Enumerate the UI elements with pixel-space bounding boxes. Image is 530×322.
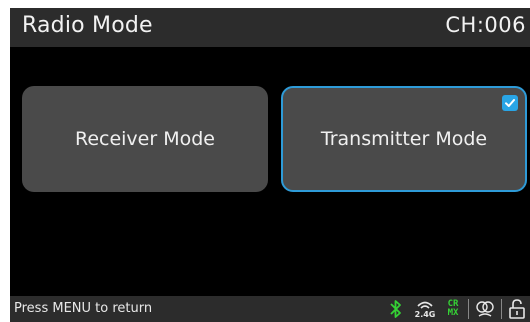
header-bar: Radio Mode CH:006: [10, 8, 530, 47]
status-icons: 2.4G CR MX: [386, 296, 530, 322]
device-screen: Radio Mode CH:006 Receiver Mode Transmit…: [10, 8, 530, 322]
divider: [501, 299, 502, 319]
crmx-icon: CR MX: [442, 296, 464, 322]
status-bar: Press MENU to return 2.4G CR MX: [10, 296, 530, 322]
bluetooth-icon: [386, 296, 406, 322]
transmitter-mode-button[interactable]: Transmitter Mode: [281, 86, 527, 192]
checkmark-icon: [502, 95, 518, 111]
receiver-mode-button[interactable]: Receiver Mode: [22, 86, 268, 192]
wifi-band-label: 2.4G: [414, 309, 436, 319]
channel-indicator: CH:006: [445, 13, 526, 37]
divider: [468, 299, 469, 319]
transmitter-mode-label: Transmitter Mode: [320, 128, 488, 150]
dmx-link-icon: [473, 296, 497, 322]
page-title: Radio Mode: [22, 13, 153, 38]
return-hint: Press MENU to return: [14, 301, 153, 316]
crmx-bottom-label: MX: [447, 308, 459, 318]
wifi-2.4g-icon: 2.4G: [412, 296, 438, 322]
receiver-mode-label: Receiver Mode: [74, 128, 215, 150]
lock-open-icon: [506, 296, 528, 322]
